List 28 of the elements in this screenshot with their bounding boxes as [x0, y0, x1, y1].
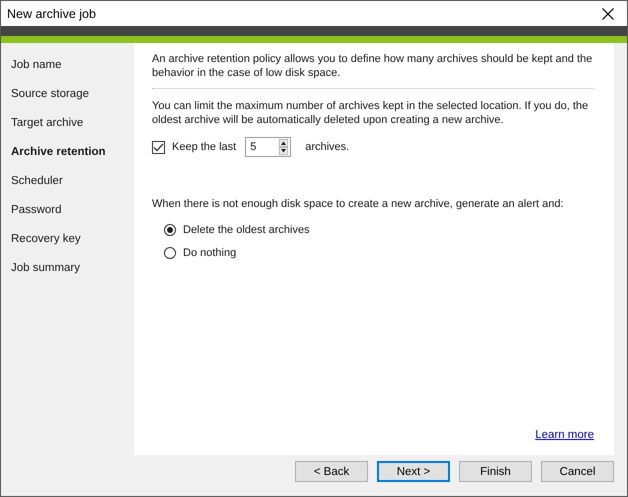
dialog-button[interactable]: < Back: [295, 461, 368, 482]
sidebar-item[interactable]: Scheduler: [1, 168, 134, 197]
sidebar-item[interactable]: Archive retention: [1, 139, 134, 168]
dialog-button[interactable]: Finish: [459, 461, 532, 482]
dialog-button[interactable]: Next >: [377, 461, 450, 482]
number-spinner[interactable]: 5: [245, 137, 292, 157]
checkbox-label: Keep the last: [172, 141, 236, 153]
limit-text: You can limit the maximum number of archives kept in the selected location. If you do, the oldest archive will be automatically deleted upon creating a new archive.: [152, 99, 590, 127]
alert-text: When there is not enough disk space to create a new archive, generate an alert and:: [152, 197, 565, 211]
checkbox[interactable]: [152, 140, 165, 154]
radio-button[interactable]: [164, 224, 176, 236]
unit-label: archives.: [305, 141, 350, 153]
dialog-button[interactable]: Cancel: [541, 461, 614, 482]
close-icon: [602, 8, 614, 20]
radio-label: Do nothing: [183, 247, 236, 259]
sidebar-item[interactable]: Source storage: [1, 81, 134, 110]
window-title: New archive job: [7, 6, 96, 20]
learn-more-link[interactable]: Learn more: [535, 429, 594, 441]
radio-button[interactable]: [164, 247, 176, 259]
up-arrow-icon[interactable]: [279, 139, 288, 147]
down-arrow-icon[interactable]: [279, 147, 288, 155]
sidebar-item[interactable]: Target archive: [1, 110, 134, 139]
sidebar-item[interactable]: Password: [1, 197, 134, 226]
radio-label: Delete the oldest archives: [183, 224, 310, 236]
intro-text: An archive retention policy allows you to define how many archives should be kept and the behavior in the case of low disk space.: [152, 52, 594, 89]
sidebar-item[interactable]: Job summary: [1, 255, 134, 284]
sidebar-item[interactable]: Recovery key: [1, 226, 134, 255]
sidebar-item[interactable]: Job name: [1, 52, 134, 81]
